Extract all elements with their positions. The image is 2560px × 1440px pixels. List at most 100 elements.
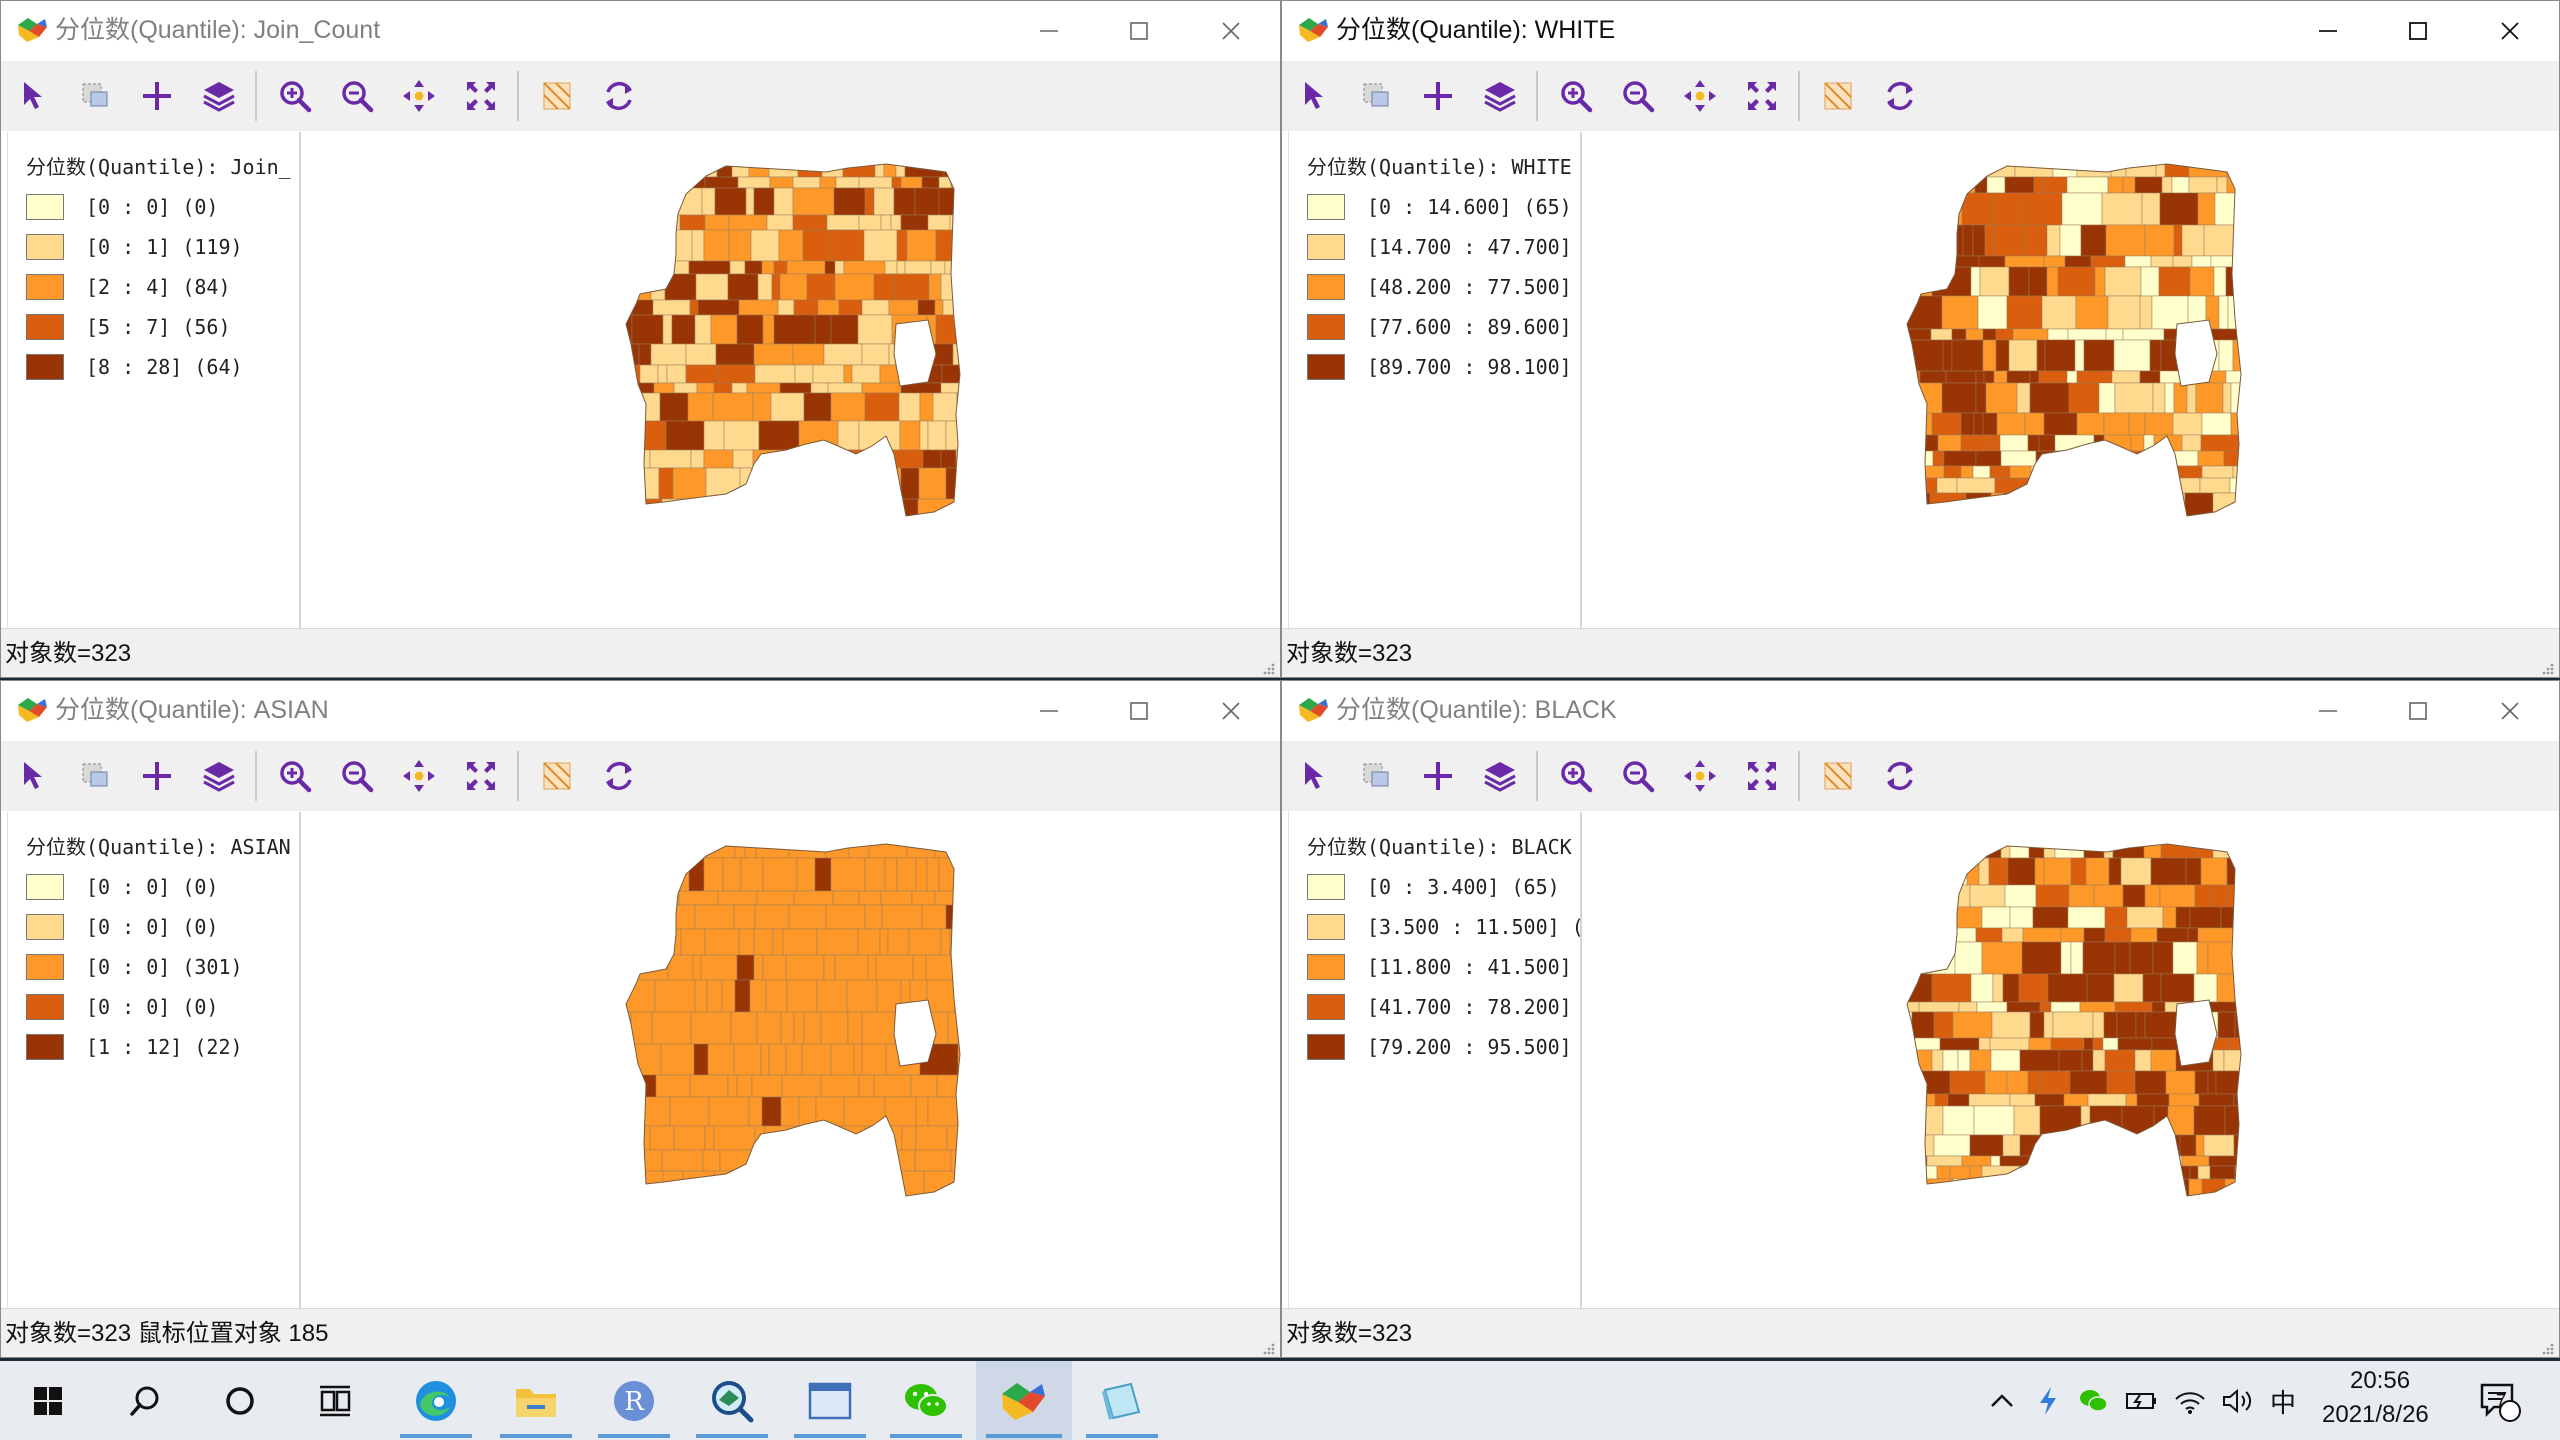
map-region[interactable]: [876, 1149, 916, 1172]
map-region[interactable]: [712, 392, 754, 422]
map-region[interactable]: [1968, 1093, 2011, 1107]
map-region[interactable]: [636, 1096, 671, 1127]
map-region[interactable]: [2113, 973, 2144, 1003]
legend-panel[interactable]: 分位数(Quantile): BLACK [0 : 3.400] (65) [3…: [1288, 812, 1582, 1308]
map-region[interactable]: [1976, 1001, 2008, 1013]
minimize-button[interactable]: [2282, 1, 2374, 61]
map-region[interactable]: [2113, 339, 2151, 372]
map-region[interactable]: [622, 1096, 638, 1127]
map-region[interactable]: [2121, 1105, 2155, 1136]
map-region[interactable]: [2240, 192, 2253, 226]
map-region[interactable]: [1990, 1049, 2021, 1072]
map-region[interactable]: [622, 904, 649, 930]
map-region[interactable]: [2012, 328, 2049, 341]
map-region[interactable]: [707, 1043, 735, 1076]
map-region[interactable]: [2213, 266, 2227, 297]
map-region[interactable]: [2111, 1134, 2124, 1157]
map-region[interactable]: [2195, 382, 2224, 414]
map-region[interactable]: [1903, 339, 1944, 372]
map-region[interactable]: [706, 979, 723, 1013]
map-region[interactable]: [796, 857, 816, 892]
map-region[interactable]: [2226, 162, 2249, 178]
map-region[interactable]: [678, 890, 719, 906]
map-region[interactable]: [2101, 192, 2143, 226]
map-region[interactable]: [658, 467, 674, 500]
map-region[interactable]: [682, 1170, 715, 1199]
map-region[interactable]: [2043, 255, 2066, 268]
map-region[interactable]: [2104, 266, 2142, 297]
map-region[interactable]: [1921, 492, 1931, 518]
close-button[interactable]: [1185, 681, 1277, 741]
map-region[interactable]: [1943, 450, 1977, 467]
map-region[interactable]: [756, 1011, 782, 1045]
map-region[interactable]: [2004, 884, 2037, 908]
title-bar[interactable]: 分位数(Quantile): WHITE: [1282, 1, 2559, 61]
refresh-icon[interactable]: [595, 72, 643, 120]
map-region[interactable]: [834, 273, 875, 301]
map-region[interactable]: [718, 364, 756, 384]
map-region[interactable]: [1941, 842, 1959, 859]
wifi-icon[interactable]: [2170, 1361, 2210, 1440]
map-region[interactable]: [622, 1149, 642, 1172]
map-region[interactable]: [1973, 1105, 2015, 1136]
map-region[interactable]: [835, 176, 860, 189]
map-region[interactable]: [912, 954, 927, 981]
map-region[interactable]: [794, 364, 814, 384]
map-region[interactable]: [753, 928, 774, 956]
selection-tool-icon[interactable]: [1352, 752, 1400, 800]
map-region[interactable]: [816, 928, 859, 956]
map-region[interactable]: [891, 176, 902, 189]
map-region[interactable]: [925, 954, 961, 981]
map-region[interactable]: [2014, 162, 2054, 178]
map-region[interactable]: [673, 382, 698, 394]
map-region[interactable]: [2046, 266, 2059, 297]
map-region[interactable]: [2200, 857, 2228, 886]
map-region[interactable]: [2018, 973, 2049, 1003]
map-region[interactable]: [812, 364, 845, 384]
map-region[interactable]: [2238, 1070, 2253, 1095]
map-region[interactable]: [1912, 842, 1943, 859]
map-region[interactable]: [904, 260, 932, 275]
map-region[interactable]: [2104, 906, 2128, 929]
map-region[interactable]: [2139, 370, 2161, 384]
title-bar[interactable]: 分位数(Quantile): ASIAN: [1, 681, 1280, 741]
map-region[interactable]: [2236, 1155, 2260, 1167]
map-region[interactable]: [738, 299, 779, 316]
map-region[interactable]: [1976, 518, 2015, 530]
map-region[interactable]: [1903, 255, 1940, 268]
map-region[interactable]: [2237, 842, 2264, 859]
map-region[interactable]: [727, 1074, 738, 1098]
map-region[interactable]: [786, 260, 826, 275]
map-region[interactable]: [2232, 465, 2270, 479]
map-region[interactable]: [792, 176, 821, 189]
map-region[interactable]: [745, 187, 755, 216]
map-window-asian[interactable]: 分位数(Quantile): ASIAN 分位数(Quantile): ASIA…: [0, 680, 1281, 1358]
map-region[interactable]: [698, 498, 728, 521]
map-region[interactable]: [713, 1125, 756, 1151]
map-region[interactable]: [2009, 1093, 2036, 1107]
map-region[interactable]: [622, 299, 654, 316]
map-region[interactable]: [1971, 842, 2002, 859]
map-region[interactable]: [802, 229, 833, 262]
map-region[interactable]: [1946, 927, 1977, 943]
map-region[interactable]: [688, 260, 731, 275]
map-region[interactable]: [2068, 884, 2095, 908]
map-region[interactable]: [650, 842, 661, 859]
map-region[interactable]: [2149, 339, 2162, 372]
map-region[interactable]: [2108, 857, 2122, 886]
map-region[interactable]: [811, 498, 854, 521]
map-region[interactable]: [622, 162, 640, 178]
map-region[interactable]: [2083, 1037, 2094, 1051]
map-region[interactable]: [1965, 328, 1984, 341]
map-region[interactable]: [2076, 370, 2113, 384]
map-region[interactable]: [772, 498, 813, 521]
map-region[interactable]: [2139, 1155, 2169, 1167]
map-region[interactable]: [1903, 1134, 1935, 1157]
map-region[interactable]: [2114, 941, 2131, 975]
map-region[interactable]: [1903, 1165, 1917, 1180]
map-region[interactable]: [2225, 370, 2250, 384]
map-region[interactable]: [2116, 1011, 2137, 1039]
map-region[interactable]: [2082, 941, 2116, 975]
map-region[interactable]: [825, 904, 866, 930]
map-region[interactable]: [2214, 192, 2241, 226]
